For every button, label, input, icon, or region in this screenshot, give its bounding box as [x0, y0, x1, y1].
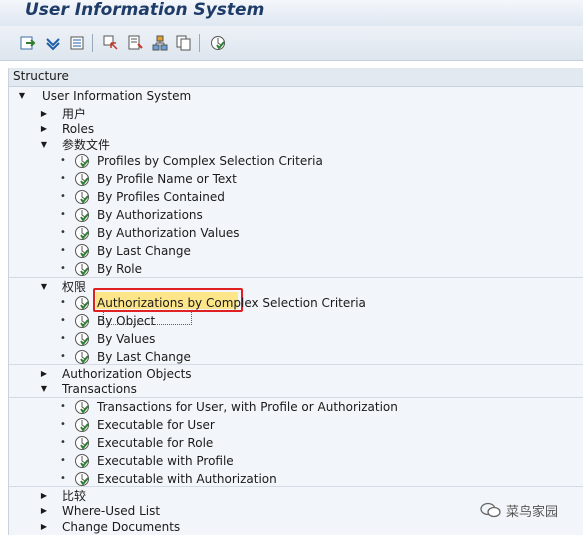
tree-node-root[interactable]: ▼ User Information System — [9, 87, 583, 105]
execute-report-icon — [75, 226, 89, 240]
execute-report-icon — [75, 314, 89, 328]
execute-report-icon — [75, 208, 89, 222]
report-item[interactable]: • By Role — [9, 260, 583, 278]
bullet: • — [60, 333, 66, 344]
execute-icon — [20, 36, 36, 50]
bullet: • — [60, 437, 66, 448]
find-button[interactable] — [126, 33, 146, 53]
bullet: • — [60, 315, 66, 326]
report-item-label[interactable]: By Last Change — [97, 242, 191, 260]
bullet: • — [60, 455, 66, 466]
collapse-subtree-icon — [70, 36, 84, 50]
hierarchy-button[interactable] — [150, 33, 170, 53]
copy-button[interactable] — [174, 33, 194, 53]
bullet: • — [60, 245, 66, 256]
execute-report-icon — [75, 350, 89, 364]
execute-report-icon — [75, 454, 89, 468]
report-item[interactable]: • Profiles by Complex Selection Criteria — [9, 152, 583, 170]
execute-report-icon — [75, 472, 89, 486]
report-item[interactable]: • By Last Change — [9, 242, 583, 260]
variant-icon — [211, 36, 225, 50]
title-bar: User Information System — [0, 0, 583, 26]
report-item-label[interactable]: Executable for Role — [97, 434, 213, 452]
execute-button[interactable] — [18, 33, 38, 53]
report-item-label[interactable]: By Profile Name or Text — [97, 170, 237, 188]
execute-report-icon — [75, 154, 89, 168]
bullet: • — [60, 173, 66, 184]
report-item[interactable]: • By Object — [9, 312, 583, 330]
report-item-label[interactable]: By Authorizations — [97, 206, 203, 224]
report-item-label[interactable]: By Role — [97, 260, 142, 278]
execute-report-icon — [75, 262, 89, 276]
report-item[interactable]: • By Authorizations — [9, 206, 583, 224]
execute-report-icon — [75, 172, 89, 186]
tree-node-transactions[interactable]: ▼ Transactions — [9, 380, 583, 398]
expand-subtree-button[interactable] — [43, 33, 63, 53]
bullet: • — [60, 155, 66, 166]
bullet: • — [60, 209, 66, 220]
collapse-subtree-button[interactable] — [67, 33, 87, 53]
select-icon — [103, 35, 118, 50]
tree-node-label[interactable]: Change Documents — [62, 518, 180, 536]
execute-report-icon — [75, 436, 89, 450]
toolbar-separator — [92, 34, 93, 52]
watermark-text: 菜鸟家园 — [506, 505, 559, 520]
report-item-label[interactable]: By Values — [97, 330, 155, 348]
report-item-label[interactable]: By Authorization Values — [97, 224, 240, 242]
bullet: • — [60, 419, 66, 430]
expand-subtree-icon — [46, 38, 60, 51]
execute-report-icon — [75, 296, 89, 310]
execute-report-icon — [75, 400, 89, 414]
tree-node-label[interactable]: User Information System — [42, 87, 191, 105]
tree-node-label[interactable]: Transactions — [62, 380, 137, 398]
report-item[interactable]: • Authorizations by Complex Selection Cr… — [9, 294, 583, 312]
report-item-label[interactable]: By Object — [97, 312, 155, 330]
report-item-label[interactable]: Executable for User — [97, 416, 215, 434]
find-icon — [128, 35, 143, 50]
report-item[interactable]: • By Profile Name or Text — [9, 170, 583, 188]
report-item[interactable]: • Executable with Profile — [9, 452, 583, 470]
report-item-label[interactable]: Transactions for User, with Profile or A… — [97, 398, 398, 416]
bullet: • — [60, 263, 66, 274]
bullet: • — [60, 191, 66, 202]
report-item[interactable]: • By Values — [9, 330, 583, 348]
report-item-label[interactable]: Profiles by Complex Selection Criteria — [97, 152, 323, 170]
copy-icon — [176, 35, 191, 51]
bullet: • — [60, 297, 66, 308]
report-item-label[interactable]: Executable with Profile — [97, 452, 234, 470]
bullet: • — [60, 401, 66, 412]
structure-tree-panel: Structure ▼ User Information System ▶ 用户… — [8, 68, 583, 535]
bullet: • — [60, 227, 66, 238]
execute-report-icon — [75, 332, 89, 346]
report-item[interactable]: • By Profiles Contained — [9, 188, 583, 206]
page-title: User Information System — [25, 0, 265, 20]
hierarchy-icon — [152, 35, 168, 51]
select-button[interactable] — [101, 33, 121, 53]
structure-header-label: Structure — [13, 69, 69, 83]
toolbar-separator — [199, 34, 200, 52]
collapsed-caret-icon[interactable]: ▶ — [39, 518, 49, 536]
expanded-caret-icon[interactable]: ▼ — [39, 380, 49, 398]
report-item-selected[interactable]: • By Authorization Values — [9, 224, 583, 242]
tree-node-change-documents[interactable]: ▶ Change Documents — [9, 518, 583, 536]
variant-button[interactable] — [208, 33, 228, 53]
execute-report-icon — [75, 244, 89, 258]
report-item[interactable]: • Executable for Role — [9, 434, 583, 452]
execute-report-icon — [75, 190, 89, 204]
wechat-icon — [480, 502, 501, 518]
report-item[interactable]: • Transactions for User, with Profile or… — [9, 397, 583, 416]
report-item-label[interactable]: Authorizations by Complex Selection Crit… — [97, 294, 366, 312]
structure-header: Structure — [9, 68, 583, 87]
report-item[interactable]: • Executable for User — [9, 416, 583, 434]
report-item-label[interactable]: By Profiles Contained — [97, 188, 225, 206]
application-toolbar — [0, 26, 583, 61]
expanded-caret-icon[interactable]: ▼ — [17, 87, 27, 105]
execute-report-icon — [75, 418, 89, 432]
